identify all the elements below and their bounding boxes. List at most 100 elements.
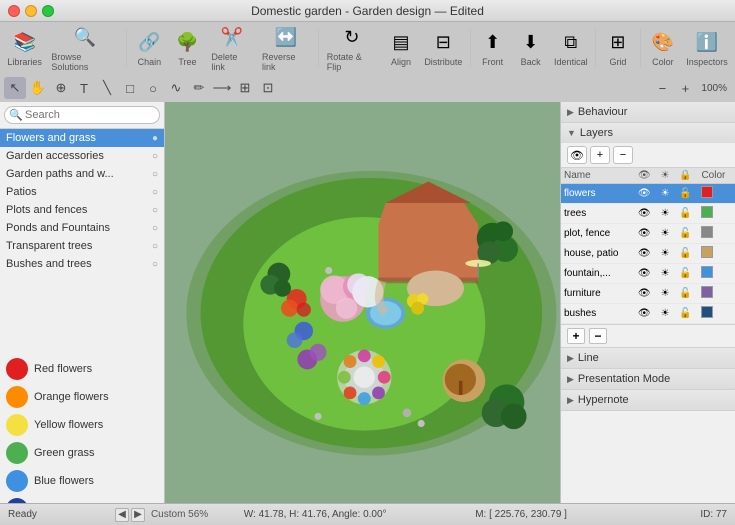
presentation-header[interactable]: ▶ Presentation Mode bbox=[561, 369, 735, 389]
list-item[interactable]: Red flowers bbox=[0, 355, 164, 383]
list-item[interactable]: Yellow flowers bbox=[0, 411, 164, 439]
chain-tool[interactable]: 🔗 Chain bbox=[131, 26, 167, 69]
zoom-in-btn[interactable]: + bbox=[674, 77, 696, 99]
bezier-tool[interactable]: ∿ bbox=[165, 77, 187, 99]
text-tool[interactable]: T bbox=[73, 77, 95, 99]
list-item[interactable]: Orange flowers bbox=[0, 383, 164, 411]
color-tool[interactable]: 🎨 Color bbox=[645, 26, 681, 69]
category-flowers[interactable]: Flowers and grass ● bbox=[0, 129, 164, 147]
reverse-link-tool[interactable]: ↔️ Reverse link bbox=[258, 21, 314, 74]
browse-label: Browse Solutions bbox=[51, 52, 118, 72]
inspectors-tool[interactable]: ℹ️ Inspectors bbox=[683, 26, 731, 69]
zoom-out-btn[interactable]: − bbox=[651, 77, 673, 99]
connect-tool[interactable]: ⟶ bbox=[211, 77, 233, 99]
mouse-coords: M: [ 225.76, 230.79 ] bbox=[422, 509, 620, 520]
table-row[interactable]: trees 👁 ☀ 🔓 bbox=[561, 204, 735, 224]
category-transparent[interactable]: Transparent trees ○ bbox=[0, 237, 164, 255]
presentation-section: ▶ Presentation Mode bbox=[561, 369, 735, 390]
front-tool[interactable]: ⬆ Front bbox=[475, 26, 511, 69]
table-row[interactable]: fountain,... 👁 ☀ 🔓 bbox=[561, 264, 735, 284]
col-lock: 🔒 bbox=[676, 168, 699, 184]
grid-label: Grid bbox=[609, 57, 626, 67]
list-item[interactable]: Dark blue flowers bbox=[0, 495, 164, 503]
delete-link-tool[interactable]: ✂️ Delete link bbox=[207, 21, 256, 74]
hypernote-header[interactable]: ▶ Hypernote bbox=[561, 390, 735, 410]
layers-arrow: ▼ bbox=[567, 128, 576, 138]
category-paths[interactable]: Garden paths and w... ○ bbox=[0, 165, 164, 183]
distribute-icon: ⊟ bbox=[429, 28, 457, 56]
table-row[interactable]: house, patio 👁 ☀ 🔓 bbox=[561, 244, 735, 264]
toolbar-separator-2 bbox=[318, 28, 319, 68]
categories-list: Flowers and grass ● Garden accessories ○… bbox=[0, 129, 164, 355]
rect-tool[interactable]: □ bbox=[119, 77, 141, 99]
layers-header[interactable]: ▼ Layers bbox=[561, 123, 735, 143]
hypernote-section: ▶ Hypernote bbox=[561, 390, 735, 411]
category-ponds[interactable]: Ponds and Fountains ○ bbox=[0, 219, 164, 237]
list-item[interactable]: Green grass bbox=[0, 439, 164, 467]
behaviour-header[interactable]: ▶ Behaviour bbox=[561, 102, 735, 122]
table-tool[interactable]: ⊞ bbox=[234, 77, 256, 99]
pointer-tool[interactable]: ↖ bbox=[4, 77, 26, 99]
col-name: Name bbox=[561, 168, 635, 184]
col-eye: 👁 bbox=[635, 168, 658, 184]
titlebar: Domestic garden - Garden design — Edited bbox=[0, 0, 735, 22]
col-sun: ☀ bbox=[658, 168, 676, 184]
scroll-prev-btn[interactable]: ◀ bbox=[115, 508, 129, 522]
scroll-next-btn[interactable]: ▶ bbox=[131, 508, 145, 522]
pen-tool[interactable]: ✏ bbox=[188, 77, 210, 99]
table-row[interactable]: furniture 👁 ☀ 🔓 bbox=[561, 284, 735, 304]
table-row[interactable]: flowers 👁 ☀ 🔓 bbox=[561, 184, 735, 204]
distribute-tool[interactable]: ⊟ Distribute bbox=[421, 26, 466, 69]
presentation-arrow: ▶ bbox=[567, 374, 574, 385]
category-patios[interactable]: Patios ○ bbox=[0, 183, 164, 201]
browse-icon: 🔍 bbox=[71, 23, 99, 51]
zoom-percent: 100% bbox=[697, 83, 731, 94]
ellipse-tool[interactable]: ○ bbox=[142, 77, 164, 99]
line-tool[interactable]: ╲ bbox=[96, 77, 118, 99]
align-label: Align bbox=[391, 57, 411, 67]
maximize-button[interactable] bbox=[42, 5, 54, 17]
category-fences[interactable]: Plots and fences ○ bbox=[0, 201, 164, 219]
crop-tool[interactable]: ⊡ bbox=[257, 77, 279, 99]
search-input[interactable] bbox=[4, 106, 160, 124]
table-row[interactable]: plot, fence 👁 ☀ 🔓 bbox=[561, 224, 735, 244]
category-accessories[interactable]: Garden accessories ○ bbox=[0, 147, 164, 165]
hand-tool[interactable]: ✋ bbox=[27, 77, 49, 99]
align-tool[interactable]: ▤ Align bbox=[383, 26, 419, 69]
inspectors-label: Inspectors bbox=[686, 57, 728, 67]
identical-tool[interactable]: ⧉ Identical bbox=[551, 26, 591, 69]
search-bar: 🔍 bbox=[0, 102, 164, 129]
search-icon: 🔍 bbox=[9, 109, 23, 122]
behaviour-section: ▶ Behaviour bbox=[561, 102, 735, 123]
remove-layer-btn[interactable]: − bbox=[589, 328, 607, 344]
add-layer-btn[interactable]: + bbox=[567, 328, 585, 344]
dimensions-text: W: 41.78, H: 41.76, Angle: 0.00° bbox=[216, 509, 414, 520]
grid-tool[interactable]: ⊞ Grid bbox=[600, 26, 636, 69]
list-item[interactable]: Blue flowers bbox=[0, 467, 164, 495]
back-tool[interactable]: ⬇ Back bbox=[513, 26, 549, 69]
zoom-label: Custom 56% bbox=[151, 509, 208, 520]
category-bushes[interactable]: Bushes and trees ○ bbox=[0, 255, 164, 273]
garden-canvas-area[interactable] bbox=[165, 102, 560, 503]
tree-tool[interactable]: 🌳 Tree bbox=[169, 26, 205, 69]
layers-remove-btn[interactable]: − bbox=[613, 146, 633, 164]
minimize-button[interactable] bbox=[25, 5, 37, 17]
libraries-tool[interactable]: 📚 Libraries bbox=[4, 26, 45, 69]
chain-label: Chain bbox=[138, 57, 162, 67]
behaviour-arrow: ▶ bbox=[567, 107, 574, 118]
browse-solutions-tool[interactable]: 🔍 Browse Solutions bbox=[47, 21, 122, 74]
layers-add-btn[interactable]: + bbox=[590, 146, 610, 164]
close-button[interactable] bbox=[8, 5, 20, 17]
status-bar: Ready ◀ ▶ Custom 56% W: 41.78, H: 41.76,… bbox=[0, 503, 735, 525]
item-icon bbox=[6, 386, 28, 408]
distribute-label: Distribute bbox=[424, 57, 462, 67]
rotate-flip-tool[interactable]: ↻ Rotate & Flip bbox=[323, 21, 381, 74]
hypernote-arrow: ▶ bbox=[567, 395, 574, 406]
line-header[interactable]: ▶ Line bbox=[561, 348, 735, 368]
rotate-label: Rotate & Flip bbox=[327, 52, 377, 72]
right-panel: ▶ Behaviour ▼ Layers 👁 + − Name 👁 bbox=[560, 102, 735, 503]
back-label: Back bbox=[521, 57, 541, 67]
table-row[interactable]: bushes 👁 ☀ 🔓 bbox=[561, 304, 735, 324]
layers-eye-btn[interactable]: 👁 bbox=[567, 146, 587, 164]
zoom-tool[interactable]: ⊕ bbox=[50, 77, 72, 99]
